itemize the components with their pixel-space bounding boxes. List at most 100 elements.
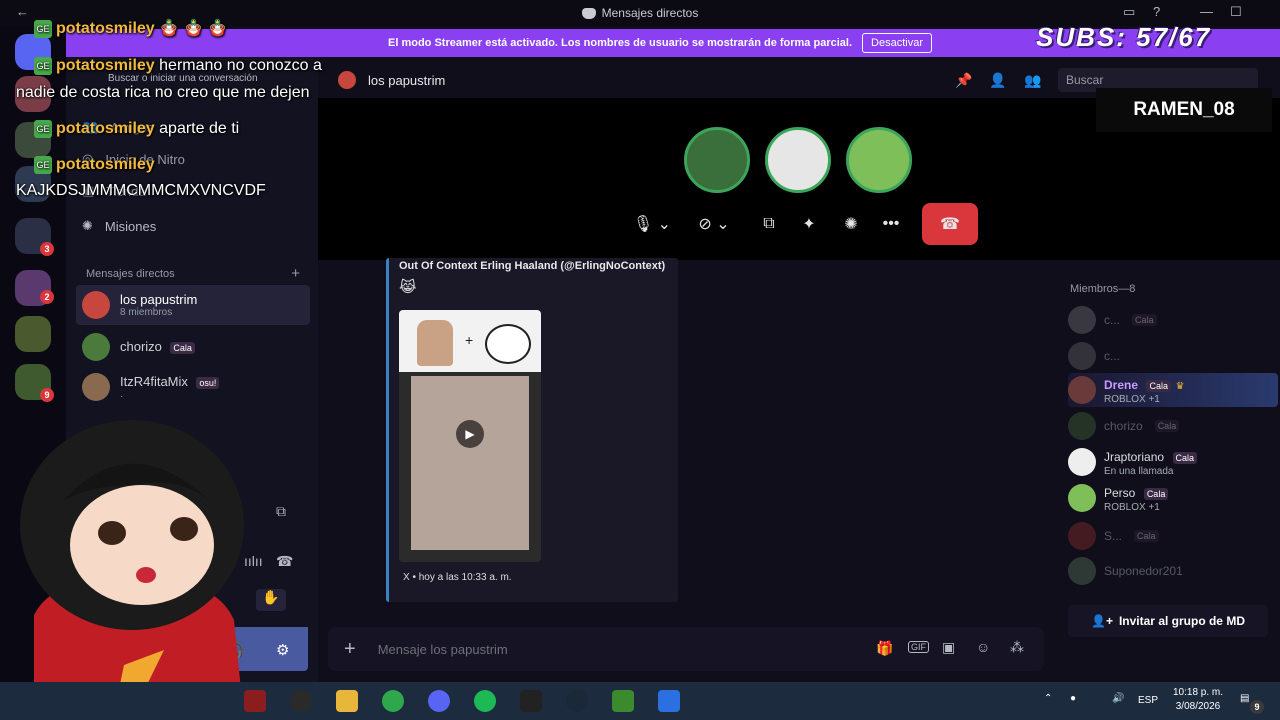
- member-item[interactable]: c... Cala: [1068, 303, 1278, 337]
- notification-icon[interactable]: ▤: [1240, 692, 1249, 706]
- tray-app-icon[interactable]: ●: [1070, 692, 1076, 706]
- pin-icon[interactable]: 📌: [955, 72, 972, 89]
- screen-share-button[interactable]: ⧉: [752, 205, 786, 243]
- activities-button[interactable]: ✦: [792, 205, 826, 243]
- member-item[interactable]: c...: [1068, 339, 1278, 373]
- missions-icon: ✺: [82, 218, 93, 233]
- chat-message: GE potatosmiley hermano no conozco a: [34, 57, 322, 75]
- unread-badge: 9: [40, 388, 54, 402]
- avatar: [1068, 306, 1096, 334]
- attach-plus-icon[interactable]: +: [344, 638, 356, 661]
- add-dm-icon[interactable]: +: [291, 265, 300, 282]
- missions-item[interactable]: ✺ Misiones: [82, 218, 156, 234]
- message-embed: Out Of Context Erling Haaland (@ErlingNo…: [386, 258, 678, 602]
- participant-avatar[interactable]: [765, 127, 831, 193]
- tray-chevron-icon[interactable]: ⌃: [1044, 692, 1052, 706]
- microphone-button[interactable]: 🎙 ⌄: [622, 205, 682, 243]
- member-item[interactable]: Jraptoriano Cala En una llamada: [1068, 445, 1278, 479]
- minecraft-icon[interactable]: [612, 690, 634, 712]
- volume-icon[interactable]: 🔊: [1112, 692, 1124, 706]
- gear-icon[interactable]: ⚙: [276, 641, 289, 659]
- notification-count: 9: [1250, 700, 1264, 714]
- member-item[interactable]: Suponedor201: [1068, 554, 1278, 588]
- members-toggle-icon[interactable]: 👥: [1024, 72, 1041, 89]
- folder-icon[interactable]: [336, 690, 358, 712]
- soundboard-button[interactable]: ✺: [834, 205, 868, 243]
- avatar: [1068, 376, 1096, 404]
- plus-icon: +: [465, 332, 474, 348]
- avatar: [1068, 484, 1096, 512]
- disable-streamer-button[interactable]: Desactivar: [862, 33, 932, 53]
- dm-item-los-papustrim[interactable]: los papustrim 8 miembros: [76, 285, 310, 325]
- message-input[interactable]: Mensaje los papustrim: [378, 642, 508, 657]
- status-badge: Cala: [170, 342, 195, 354]
- maximize-icon[interactable]: ☐: [1230, 4, 1242, 20]
- disconnect-icon[interactable]: ☎: [276, 553, 293, 570]
- apps-icon[interactable]: ⁂: [1010, 639, 1024, 656]
- video-thumbnail[interactable]: + ▶: [399, 310, 541, 562]
- xbox-icon[interactable]: [382, 690, 404, 712]
- participant-avatar[interactable]: [684, 127, 750, 193]
- dm-item-chorizo[interactable]: chorizo Cala: [76, 327, 310, 367]
- spotify-icon[interactable]: [474, 690, 496, 712]
- vtuber-avatar: [20, 420, 244, 720]
- camera-off-icon: ⊘ ⌄: [698, 216, 730, 233]
- epic-games-icon[interactable]: [520, 690, 542, 712]
- activities-icon: ✦: [802, 216, 816, 233]
- microphone-icon: 🎙 ⌄: [632, 216, 672, 233]
- discord-icon[interactable]: [428, 690, 450, 712]
- hang-up-button[interactable]: ☎: [922, 203, 978, 245]
- taskbar: [0, 682, 1280, 720]
- language-indicator[interactable]: ESP: [1138, 694, 1158, 708]
- participant-avatar[interactable]: [846, 127, 912, 193]
- invite-button[interactable]: 👤+ Invitar al grupo de MD: [1068, 605, 1268, 637]
- gift-icon[interactable]: 🎁: [876, 640, 893, 657]
- message-composer[interactable]: + Mensaje los papustrim 🎁 GIF ▣ ☺ ⁂: [328, 627, 1044, 671]
- add-friends-icon[interactable]: 👤: [989, 72, 1006, 89]
- app-icon[interactable]: [244, 690, 266, 712]
- inbox-icon[interactable]: ▭: [1123, 4, 1135, 20]
- unread-badge: 2: [40, 290, 54, 304]
- embed-emoji: 😹: [399, 279, 417, 296]
- member-item[interactable]: chorizo Cala: [1068, 409, 1278, 443]
- streamer-name-card: RAMEN_08: [1096, 88, 1272, 132]
- gif-icon[interactable]: GIF: [908, 641, 929, 653]
- activity-icon[interactable]: ✋: [256, 589, 286, 611]
- chat-message: GE potatosmiley aparte de ti: [34, 120, 239, 138]
- embed-author[interactable]: Out Of Context Erling Haaland (@ErlingNo…: [399, 260, 665, 272]
- chat-badge-icon: GE: [34, 19, 52, 38]
- chat-badge-icon: GE: [34, 120, 52, 138]
- dm-item-itzr4fitamix[interactable]: ItzR4fitaMix osu! ·: [76, 367, 310, 407]
- obs-icon[interactable]: [290, 690, 312, 712]
- chat-message: KAJKDSJMMMCMMCMXVNCVDF: [16, 182, 266, 199]
- hello-kitty-image: [485, 324, 531, 364]
- member-item[interactable]: S... Cala: [1068, 519, 1278, 553]
- play-icon[interactable]: ▶: [456, 420, 484, 448]
- minimize-icon[interactable]: —: [1200, 4, 1213, 19]
- more-icon: •••: [882, 215, 900, 232]
- embed-footer: X • hoy a las 10:33 a. m.: [403, 572, 512, 583]
- status-badge: osu!: [196, 376, 220, 389]
- camera-button[interactable]: ⊘ ⌄: [684, 205, 744, 243]
- avatar: [82, 373, 110, 401]
- back-arrow-icon[interactable]: ←: [16, 4, 29, 19]
- chat-message: GE potatosmiley 🪆 🪆 🪆: [34, 18, 228, 38]
- chat-badge-icon: GE: [34, 156, 52, 174]
- clock[interactable]: 10:18 p. m. 3/08/2026: [1168, 686, 1228, 714]
- emoji-icon[interactable]: ☺: [976, 639, 990, 655]
- app-icon[interactable]: [658, 690, 680, 712]
- server-folder-icon[interactable]: [15, 316, 51, 352]
- help-icon[interactable]: ?: [1153, 4, 1160, 19]
- screen-share-icon: ⧉: [763, 215, 775, 232]
- steam-icon[interactable]: [566, 690, 588, 712]
- more-options-button[interactable]: •••: [874, 205, 908, 243]
- sticker-icon[interactable]: ▣: [942, 639, 955, 656]
- dm-header: Mensajes directos +: [86, 265, 300, 282]
- screen-share-icon[interactable]: ⧉: [276, 503, 286, 520]
- crown-icon: ♛: [1175, 380, 1185, 392]
- player-photo: [411, 376, 529, 550]
- discord-logo-icon: [581, 7, 596, 19]
- hang-up-icon: ☎: [940, 216, 960, 233]
- member-item[interactable]: Perso Cala ROBLOX +1: [1068, 481, 1278, 515]
- member-item[interactable]: Drene Cala ♛ ROBLOX +1: [1068, 373, 1278, 407]
